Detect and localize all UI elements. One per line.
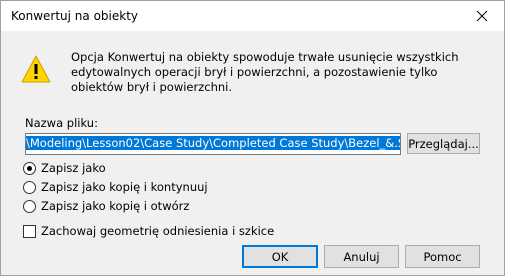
- close-icon: [476, 10, 488, 22]
- warning-icon: [21, 55, 51, 83]
- radio-save-copy-open-label: Zapisz jako kopię i otwórz: [41, 199, 190, 213]
- radio-save-copy-continue[interactable]: Zapisz jako kopię i kontynuuj: [23, 180, 208, 194]
- radio-save-as-label: Zapisz jako: [41, 161, 106, 175]
- browse-button[interactable]: Przeglądaj...: [407, 133, 480, 154]
- help-button[interactable]: Pomoc: [405, 245, 480, 268]
- message-line-2: edytowalnych operacji brył i powierzchni…: [71, 65, 438, 79]
- file-name-value: \Modeling\Lesson02\Case Study\Completed …: [26, 136, 400, 150]
- radio-save-as[interactable]: Zapisz jako: [23, 161, 106, 175]
- radio-dot: [27, 165, 32, 171]
- radio-circle-selected[interactable]: [23, 161, 36, 175]
- radio-save-copy-open[interactable]: Zapisz jako kopię i otwórz: [23, 199, 189, 213]
- dialog-title: Konwertuj na obiekty: [11, 9, 139, 23]
- keep-geometry-checkbox[interactable]: [23, 224, 36, 238]
- radio-circle[interactable]: [23, 180, 36, 194]
- warning-message: Opcja Konwertuj na obiekty spowoduje trw…: [71, 50, 481, 95]
- keep-geometry-checkbox-row[interactable]: Zachowaj geometrię odniesienia i szkice: [23, 224, 274, 238]
- convert-to-bodies-dialog: Konwertuj na obiekty Opcja Konwertuj na …: [0, 0, 505, 276]
- cancel-button[interactable]: Anuluj: [324, 245, 399, 268]
- title-bar: Konwertuj na obiekty: [1, 1, 504, 31]
- ok-button[interactable]: OK: [242, 245, 318, 268]
- message-line-1: Opcja Konwertuj na obiekty spowoduje trw…: [71, 50, 459, 64]
- file-name-label: Nazwa pliku:: [25, 116, 98, 130]
- radio-circle[interactable]: [23, 199, 36, 213]
- keep-geometry-label: Zachowaj geometrię odniesienia i szkice: [41, 224, 275, 238]
- file-name-input[interactable]: \Modeling\Lesson02\Case Study\Completed …: [25, 133, 401, 155]
- close-button[interactable]: [460, 1, 504, 31]
- message-line-3: obiektów brył i powierzchni.: [71, 80, 233, 94]
- radio-save-copy-continue-label: Zapisz jako kopię i kontynuuj: [41, 180, 208, 194]
